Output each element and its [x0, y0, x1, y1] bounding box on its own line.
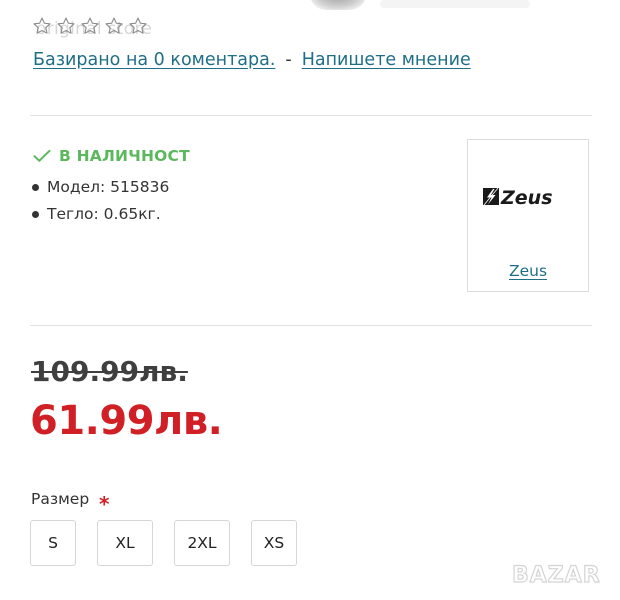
zeus-logo[interactable]: Zeus [482, 185, 578, 209]
write-review-link[interactable]: Напишете мнение [302, 50, 471, 70]
rating-stars[interactable] [32, 16, 148, 36]
faded-header-fragment [380, 0, 530, 8]
star-icon[interactable] [56, 16, 76, 36]
star-icon[interactable] [104, 16, 124, 36]
size-options: S XL 2XL XS [30, 520, 297, 566]
svg-text:BAZAR: BAZAR [512, 563, 601, 588]
attribute-model: Модел: 515836 [32, 178, 169, 196]
size-option-xl[interactable]: XL [97, 520, 153, 566]
old-price: 109.99лв. [31, 355, 188, 388]
zeus-logo-text: Zeus [500, 187, 553, 209]
divider [30, 325, 592, 326]
brand-link[interactable]: Zeus [468, 262, 588, 280]
product-image-fragment [310, 0, 366, 10]
attribute-weight: Тегло: 0.65кг. [32, 205, 161, 223]
bazar-watermark-logo: BAZAR [511, 562, 601, 588]
star-icon[interactable] [128, 16, 148, 36]
reviews-count-link[interactable]: Базирано на 0 коментара. [33, 50, 275, 70]
bullet-icon [32, 210, 39, 218]
attribute-weight-text: Тегло: 0.65кг. [47, 205, 161, 223]
required-asterisk: * [99, 492, 110, 516]
sale-price: 61.99лв. [30, 398, 223, 444]
check-icon [33, 149, 51, 162]
stock-status: В НАЛИЧНОСТ [33, 147, 190, 165]
star-icon[interactable] [80, 16, 100, 36]
size-label: Размер [31, 490, 90, 508]
size-option-s[interactable]: S [30, 520, 76, 566]
divider [30, 115, 592, 116]
reviews-separator: - [285, 50, 292, 70]
bullet-icon [32, 183, 39, 191]
brand-card[interactable]: Zeus Zeus [467, 139, 589, 292]
star-icon[interactable] [32, 16, 52, 36]
size-option-2xl[interactable]: 2XL [174, 520, 230, 566]
size-option-xs[interactable]: XS [251, 520, 297, 566]
reviews-row: Базирано на 0 коментара. - Напишете мнен… [33, 50, 471, 70]
stock-status-label: В НАЛИЧНОСТ [59, 147, 190, 165]
attribute-model-text: Модел: 515836 [47, 178, 170, 196]
